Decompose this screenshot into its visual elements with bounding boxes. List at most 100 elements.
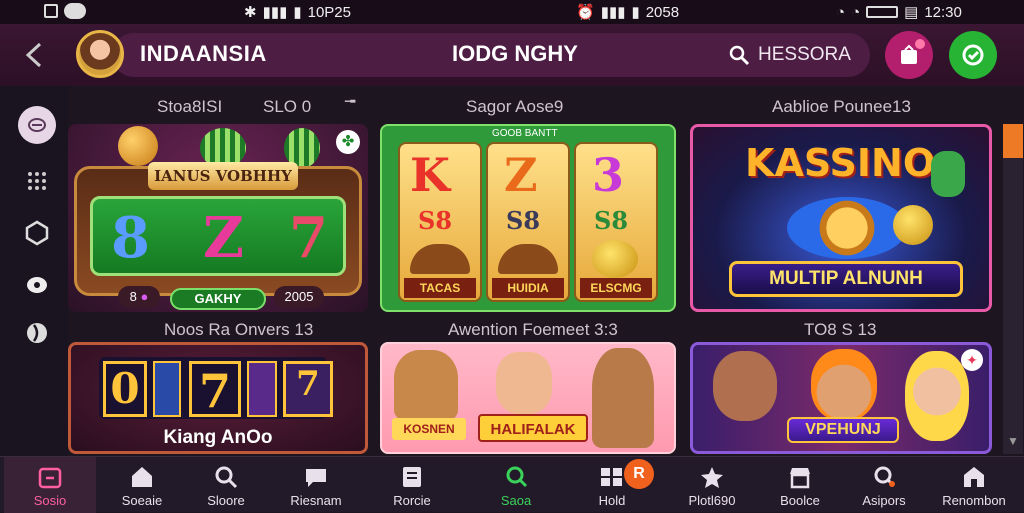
reel-symbol: Z <box>504 148 538 202</box>
game-card-2[interactable]: GOOB BANTT K S8 TACAS Z S8 HUIDIA 3 S8 E… <box>380 124 676 312</box>
game-title: VPEHUNJ <box>787 417 899 443</box>
reel-label: HUIDIA <box>492 278 564 298</box>
status-time-mid: 2058 <box>645 3 680 21</box>
section-title-3: Aablioe Pounee13 <box>772 97 911 116</box>
grid-icon <box>28 172 46 190</box>
status-time-left: 10P25 <box>307 3 351 21</box>
game-banner: MULTIP ALNUNH <box>729 261 963 297</box>
battery-icon: ▮ <box>631 4 640 21</box>
hexagon-icon <box>25 220 49 246</box>
reel-symbol: Z <box>203 205 244 271</box>
bet-chip[interactable]: 8 ● <box>118 286 160 308</box>
bluetooth-icon: ✱ <box>244 4 257 21</box>
search-input[interactable]: HESSORA <box>728 40 851 70</box>
signal-icon: ▮▮▮ <box>262 4 288 21</box>
character-1 <box>713 351 777 421</box>
list-icon <box>403 467 421 487</box>
reel-label: TACAS <box>404 278 476 298</box>
dog-character <box>592 348 654 448</box>
game-card-3[interactable]: KASSINO MULTIP ALNUNH <box>690 124 992 312</box>
nav-item-asipors[interactable]: Asipors <box>838 457 930 513</box>
signal-icon: ▮▮▮ <box>600 4 626 21</box>
page-title: IODG NGHY <box>452 41 578 66</box>
nav-item-soeaie[interactable]: Soeaie <box>96 457 188 513</box>
reel-symbol: S8 <box>418 206 453 235</box>
nav-item-sosio[interactable]: Sosio <box>4 457 96 513</box>
game-card-4[interactable]: 0 7 7 Kiang AnOo <box>68 342 368 454</box>
wifi-icon: ◔ <box>836 3 846 21</box>
game-title: HALIFALAK <box>478 414 588 442</box>
game-card-6[interactable]: ✦ VPEHUNJ <box>690 342 992 454</box>
spin-button[interactable]: GAKHY <box>170 288 266 310</box>
game-card-1[interactable]: ✤ IANUS VOBHHY 8 Z 7 8 ● GAKHY 2005 <box>68 124 368 312</box>
wallet-button[interactable] <box>885 31 933 79</box>
game-card-5[interactable]: KOSNEN HALIFALAK <box>380 342 676 454</box>
nav-label: Riesnam <box>290 493 342 508</box>
notification-dot <box>915 39 925 49</box>
section-title-5: Awention Foemeet 3:3 <box>448 320 618 339</box>
wheel-icon <box>787 197 907 259</box>
nav-label: Sloore <box>207 493 245 508</box>
search-placeholder: HESSORA <box>758 44 851 65</box>
character-2 <box>811 349 877 421</box>
character-icon <box>931 151 965 197</box>
gift-icon <box>964 467 984 487</box>
nav-item-boolce[interactable]: Boolce <box>754 457 846 513</box>
more-icon[interactable]: ╼ <box>345 92 355 112</box>
chevron-left-icon <box>25 42 42 68</box>
alarm-icon: ⏰ <box>576 4 595 21</box>
character-3 <box>905 351 969 441</box>
chat-icon <box>306 469 326 487</box>
nav-item-saoa[interactable]: Saoa <box>470 457 562 513</box>
rail-item-apps[interactable] <box>20 164 54 198</box>
coin-icon <box>592 240 638 278</box>
house-icon <box>132 467 152 487</box>
back-button[interactable] <box>18 38 52 72</box>
nav-label: Hold <box>598 493 626 508</box>
scrollbar-thumb[interactable] <box>1003 124 1023 158</box>
reel-symbol: 8 <box>111 205 150 271</box>
reel-1: K S8 TACAS <box>398 142 482 302</box>
nav-item-rorcie[interactable]: Rorcie <box>366 457 458 513</box>
rail-item-games[interactable] <box>20 268 54 302</box>
status-bar: ✱ ▮▮▮ ▮ 10P25 ⏰ ▮▮▮ ▮ 2058 ◔ ◔ ▤ 12:30 <box>0 0 1024 24</box>
search-icon <box>215 466 238 489</box>
nav-label: Asipors <box>862 493 906 508</box>
sim-icon: ▤ <box>904 4 919 21</box>
chest-icon <box>498 244 558 274</box>
nav-item-plotl690[interactable]: Plotl690 <box>666 457 758 513</box>
reel-symbol: 7 <box>189 361 241 418</box>
nav-item-renombon[interactable]: Renombon <box>928 457 1020 513</box>
reel-3: 3 S8 ELSCMG <box>574 142 658 302</box>
shop-icon <box>790 468 810 489</box>
chat-icon <box>64 3 86 19</box>
star-icon <box>701 467 723 488</box>
nav-item-hold[interactable]: R Hold <box>566 457 658 513</box>
coin-icon <box>893 205 933 245</box>
game-label-left: KOSNEN <box>392 418 466 440</box>
reel-symbol: 7 <box>289 205 328 271</box>
status-left <box>44 3 86 19</box>
section-title-1a: Stoa8ISI <box>157 97 223 116</box>
nav-item-riesnam[interactable]: Riesnam <box>270 457 362 513</box>
rail-item-shapes[interactable] <box>20 216 54 250</box>
chat-bubble-icon <box>28 118 46 132</box>
reel-symbol: S8 <box>506 206 541 235</box>
avatar[interactable] <box>76 30 124 78</box>
nav-label: Renombon <box>942 493 1006 508</box>
bottom-nav: Sosio Soeaie Sloore Riesnam Rorcie Saoa … <box>0 456 1024 513</box>
scroll-down-icon[interactable]: ▼ <box>1007 434 1019 448</box>
favorite-icon[interactable]: ✦ <box>961 349 983 371</box>
battery-icon <box>866 6 899 18</box>
rail-item-sport[interactable] <box>20 316 54 350</box>
reel-strip <box>153 361 181 417</box>
confirm-button[interactable] <box>949 31 997 79</box>
status-center-right: ⏰ ▮▮▮ ▮ 2058 <box>576 3 680 22</box>
side-rail <box>0 86 68 456</box>
rail-item-home[interactable] <box>18 106 56 144</box>
credit-display: 2005 <box>274 286 324 308</box>
scrollbar[interactable]: ▼ <box>1003 124 1023 454</box>
nav-item-sloore[interactable]: Sloore <box>180 457 272 513</box>
section-title-1b: SLO 0 <box>263 97 312 116</box>
fruit-icon <box>118 126 158 166</box>
